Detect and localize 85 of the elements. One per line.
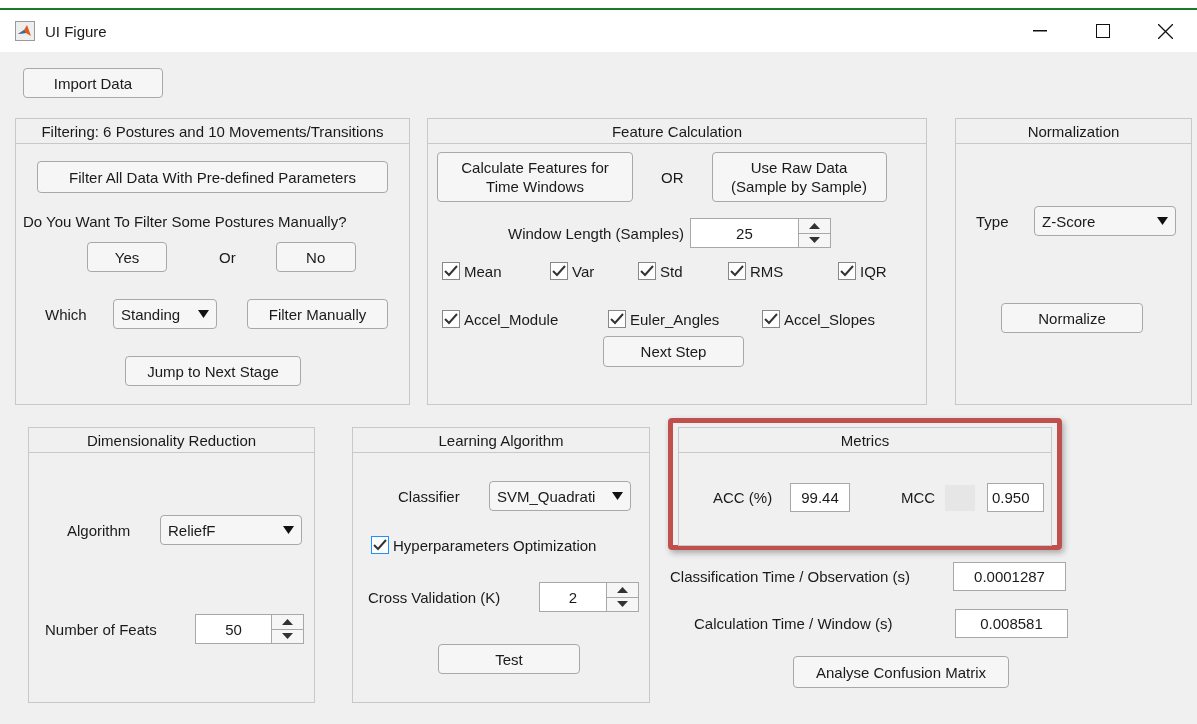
check-icon	[764, 313, 778, 325]
panel-title: Learning Algorithm	[353, 428, 649, 453]
no-button[interactable]: No	[275, 242, 356, 272]
jump-to-next-stage-button[interactable]: Jump to Next Stage	[125, 356, 301, 386]
down-arrow-icon[interactable]	[282, 633, 293, 640]
checkbox-label: Std	[660, 262, 683, 280]
raw-data-button[interactable]: Use Raw Data (Sample by Sample)	[711, 152, 887, 202]
label: Number of Feats	[45, 620, 158, 638]
label: Algorithm	[67, 521, 132, 539]
label: ACC (%)	[713, 489, 774, 506]
acc-field[interactable]: 99.44	[790, 483, 850, 512]
spinner-field[interactable]: 2	[539, 582, 639, 612]
calculate-features-button[interactable]: Calculate Features for Time Windows	[437, 152, 633, 202]
normalize-button[interactable]: Normalize	[1001, 303, 1143, 333]
spinner-field[interactable]: 50	[195, 614, 304, 644]
import-data-button[interactable]: Import Data	[23, 68, 163, 98]
checkbox-label: Var	[572, 262, 595, 280]
label: Window Length (Samples)	[508, 224, 684, 242]
next-step-button[interactable]: Next Step	[603, 336, 744, 367]
label: Type	[976, 212, 1010, 230]
checkbox-label: Mean	[464, 262, 502, 280]
up-arrow-icon[interactable]	[617, 586, 628, 593]
check-icon	[552, 265, 566, 277]
checkbox-label: RMS	[750, 262, 784, 280]
dropdown[interactable]: Z-Score	[1034, 206, 1176, 236]
label: OR	[661, 168, 684, 186]
label: Calculation Time / Window (s)	[694, 615, 894, 632]
checkbox-label: Hyperparameters Optimization	[393, 536, 597, 554]
label: Cross Validation (K)	[368, 588, 502, 606]
checkbox-label: Accel_Slopes	[784, 310, 875, 328]
caret-icon	[283, 526, 294, 534]
time-field[interactable]: 0.0001287	[953, 562, 1066, 591]
down-arrow-icon[interactable]	[617, 601, 628, 608]
yes-button[interactable]: Yes	[87, 242, 167, 272]
checkbox[interactable]	[442, 310, 460, 328]
dropdown[interactable]: ReliefF	[160, 515, 302, 545]
label: Or	[219, 248, 236, 266]
check-icon	[610, 313, 624, 325]
checkbox[interactable]	[638, 262, 656, 280]
maximize-icon	[1095, 24, 1110, 38]
check-icon	[640, 265, 654, 277]
check-icon	[444, 265, 458, 277]
filter-manually-button[interactable]: Filter Manually	[247, 299, 388, 329]
caret-icon	[198, 310, 209, 318]
up-arrow-icon[interactable]	[282, 618, 293, 625]
dropdown[interactable]: SVM_Quadrati	[489, 481, 631, 511]
panel-title: Dimensionality Reduction	[29, 428, 314, 453]
label: Do You Want To Filter Some Postures Manually?	[23, 213, 347, 230]
checkbox[interactable]	[550, 262, 568, 280]
down-arrow-icon[interactable]	[808, 237, 820, 244]
panel-title: Feature Calculation	[428, 119, 926, 144]
mcc-field[interactable]: 0.950	[987, 483, 1044, 512]
check-icon	[840, 265, 854, 277]
dropdown[interactable]: Standing	[113, 299, 217, 329]
checkbox[interactable]	[371, 536, 389, 554]
checkbox[interactable]	[728, 262, 746, 280]
panel-title: Filtering: 6 Postures and 10 Movements/Transitions	[16, 119, 409, 144]
window-title: UI Figure	[45, 22, 108, 40]
spinner-field[interactable]: 25	[689, 218, 831, 248]
caret-icon	[1157, 217, 1168, 225]
test-button[interactable]: Test	[438, 644, 580, 674]
checkbox-label: Euler_Angles	[630, 310, 720, 328]
app-logo-icon	[15, 21, 35, 41]
label: Classifier	[398, 487, 461, 505]
checkbox[interactable]	[762, 310, 780, 328]
panel-title: Metrics	[679, 428, 1051, 453]
caret-icon	[612, 492, 623, 500]
filter-all-button[interactable]: Filter All Data With Pre-defined Parameters	[37, 161, 388, 193]
checkbox[interactable]	[838, 262, 856, 280]
minimize-icon	[1032, 30, 1047, 32]
checkbox[interactable]	[608, 310, 626, 328]
analyse-confusion-matrix-button[interactable]: Analyse Confusion Matrix	[793, 656, 1009, 688]
check-icon	[444, 313, 458, 325]
check-icon	[730, 265, 744, 277]
checkbox-label: IQR	[860, 262, 887, 280]
time-field[interactable]: 0.008581	[955, 609, 1068, 638]
up-arrow-icon[interactable]	[808, 222, 820, 229]
label: Classification Time / Observation (s)	[670, 568, 912, 585]
checkbox-label: Accel_Module	[464, 310, 559, 328]
checkbox[interactable]	[442, 262, 460, 280]
check-icon	[373, 539, 387, 551]
close-icon	[1158, 23, 1173, 39]
label: Which	[45, 305, 88, 323]
panel-title: Normalization	[956, 119, 1191, 144]
label: MCC	[901, 489, 937, 506]
